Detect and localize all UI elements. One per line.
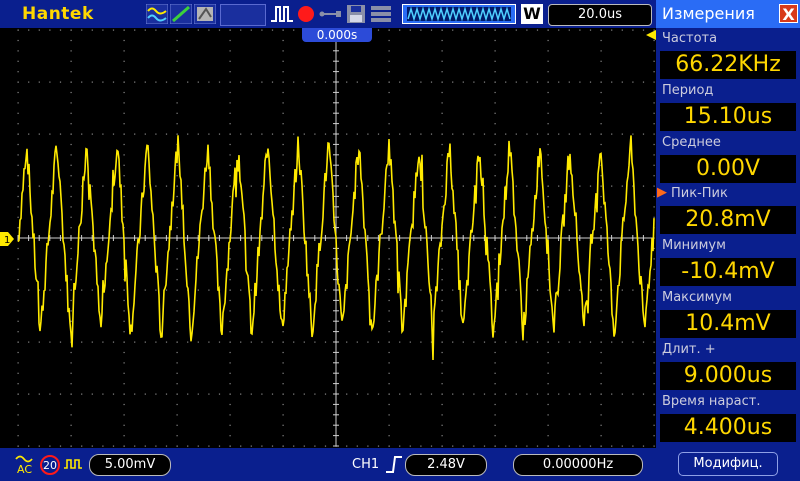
panel-title: Измерения <box>662 4 755 23</box>
measure-value-positive-width[interactable]: 9.000us <box>660 362 796 390</box>
measure-value-rise-time[interactable]: 4.400us <box>660 414 796 442</box>
ac-coupling-icon[interactable]: AC <box>14 453 36 475</box>
modify-button[interactable]: Модифиц. <box>678 452 778 476</box>
measure-value-maximum[interactable]: 10.4mV <box>660 310 796 338</box>
measure-label-mean: Среднее <box>662 135 721 150</box>
svg-text:AC: AC <box>17 463 32 475</box>
timebase-readout[interactable]: 20.0us <box>548 4 652 26</box>
trigger-source-label[interactable]: CH1 <box>352 457 379 472</box>
persistence-icon[interactable] <box>194 4 216 24</box>
waveform-window-badge[interactable]: W <box>521 4 543 24</box>
measure-label-rise-time: Время нараст. <box>662 394 761 409</box>
acquire-mode-icon[interactable] <box>146 4 168 24</box>
save-icon[interactable] <box>346 4 366 24</box>
right-edge-trigger-marker <box>646 30 656 40</box>
measure-label-maximum: Максимум <box>662 290 732 305</box>
display-vector-icon[interactable] <box>170 4 192 24</box>
measure-value-frequency[interactable]: 66.22KHz <box>660 51 796 79</box>
ch1-ground-marker[interactable]: 1 <box>0 232 14 246</box>
measure-label-frequency: Частота <box>662 31 718 46</box>
trigger-pulse-icon[interactable] <box>270 4 294 24</box>
memory-depth-indicator <box>402 4 516 24</box>
measure-label-positive-width: Длит. + <box>662 342 716 357</box>
measure-label-peak-to-peak: Пик-Пик <box>671 186 728 201</box>
trigger-level-readout[interactable]: 2.48V <box>405 454 487 476</box>
frequency-counter-readout: 0.00000Hz <box>513 454 643 476</box>
status-box <box>220 4 266 26</box>
ch1-marker-label: 1 <box>4 235 10 246</box>
record-icon[interactable] <box>296 4 316 24</box>
measure-value-mean[interactable]: 0.00V <box>660 155 796 183</box>
invert-icon[interactable] <box>63 456 83 474</box>
waveform-graticule <box>17 29 655 447</box>
measure-value-minimum[interactable]: -10.4mV <box>660 258 796 286</box>
waveform-display[interactable] <box>0 28 656 448</box>
measurements-panel: Измерения X Частота 66.22KHz Период 15.1… <box>656 0 800 481</box>
measure-label-period: Период <box>662 83 714 98</box>
measure-value-period[interactable]: 15.10us <box>660 103 796 131</box>
close-icon[interactable]: X <box>779 4 798 24</box>
bottom-status-bar: AC 20 5.00mV CH1 2.48V 0.00000Hz <box>0 448 656 481</box>
usb-icon[interactable] <box>318 4 342 24</box>
measure-value-peak-to-peak[interactable]: 20.8mV <box>660 206 796 234</box>
panel-header: Измерения X <box>656 0 800 28</box>
top-toolbar: Hantek W 20.0us <box>0 0 656 28</box>
ch1-scale-readout[interactable]: 5.00mV <box>89 454 171 476</box>
brand-logo: Hantek <box>22 4 94 24</box>
bandwidth-limit-badge[interactable]: 20 <box>40 455 60 475</box>
rising-edge-icon[interactable] <box>384 454 404 474</box>
settings-icon[interactable] <box>370 4 392 24</box>
measure-label-minimum: Минимум <box>662 238 726 253</box>
trigger-position-marker[interactable]: 0.000s <box>302 28 372 42</box>
selected-measure-arrow-icon: ▶ <box>657 185 667 200</box>
